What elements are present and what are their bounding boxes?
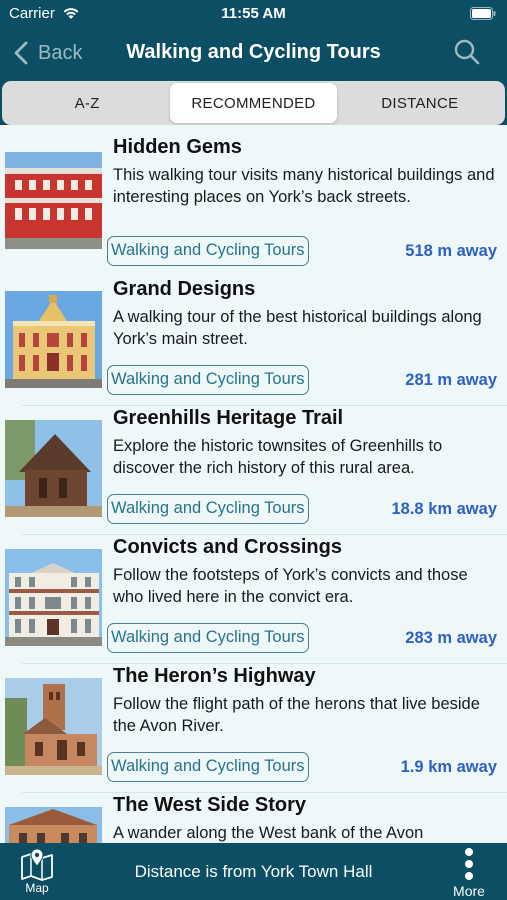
back-button[interactable]: Back <box>14 38 82 68</box>
map-icon <box>21 848 53 881</box>
tour-item-grand-designs[interactable]: Grand Designs A walking tour of the best… <box>0 267 507 396</box>
tour-category-tag[interactable]: Walking and Cycling Tours <box>107 365 309 395</box>
map-button[interactable]: Map <box>16 847 58 897</box>
tour-item-herons-highway[interactable]: The Heron’s Highway Follow the flight pa… <box>0 654 507 783</box>
nav-bar: Back Walking and Cycling Tours <box>0 30 507 76</box>
tour-thumbnail <box>5 549 102 646</box>
tour-description: Follow the footsteps of York’s convicts … <box>113 566 468 606</box>
tour-thumbnail <box>5 807 102 843</box>
tour-thumbnail <box>5 152 102 249</box>
segment-recommended[interactable]: RECOMMENDED <box>170 83 337 123</box>
tour-list[interactable]: Hidden Gems This walking tour visits man… <box>0 125 507 843</box>
tour-thumbnail <box>5 420 102 517</box>
tour-distance: 1.9 km away <box>400 758 497 776</box>
status-bar: Carrier 11:55 AM <box>0 0 507 28</box>
row-separator <box>22 792 507 793</box>
tour-description: Follow the flight path of the herons tha… <box>113 695 480 735</box>
chevron-left-icon <box>14 41 28 65</box>
more-button[interactable]: More <box>447 846 491 899</box>
clock-time: 11:55 AM <box>221 5 286 22</box>
tour-category-tag[interactable]: Walking and Cycling Tours <box>107 236 309 266</box>
tour-title: Hidden Gems <box>113 136 242 158</box>
battery-icon <box>470 7 496 20</box>
sort-segmented-control: A-Z RECOMMENDED DISTANCE <box>2 81 505 125</box>
more-label: More <box>453 883 485 899</box>
tour-description: This walking tour visits many historical… <box>113 166 495 206</box>
app-screen: Carrier 11:55 AM Back Walking and Cyclin… <box>0 0 507 900</box>
tour-item-convicts-and-crossings[interactable]: Convicts and Crossings Follow the footst… <box>0 525 507 654</box>
tour-category-tag[interactable]: Walking and Cycling Tours <box>107 752 309 782</box>
tour-title: Grand Designs <box>113 278 256 300</box>
back-label: Back <box>38 41 83 64</box>
tour-title: The West Side Story <box>113 794 307 816</box>
tour-category-tag[interactable]: Walking and Cycling Tours <box>107 623 309 653</box>
tour-distance: 518 m away <box>405 242 497 260</box>
row-separator <box>22 663 507 664</box>
tour-item-greenhills-heritage-trail[interactable]: Greenhills Heritage Trail Explore the hi… <box>0 396 507 525</box>
tour-title: The Heron’s Highway <box>113 665 316 687</box>
distance-info-text: Distance is from York Town Hall <box>134 862 373 881</box>
header: Carrier 11:55 AM Back Walking and Cyclin… <box>0 0 507 125</box>
tour-category-tag[interactable]: Walking and Cycling Tours <box>107 494 309 524</box>
row-separator <box>22 405 507 406</box>
tour-title: Greenhills Heritage Trail <box>113 407 344 429</box>
search-icon[interactable] <box>453 38 481 66</box>
tour-distance: 283 m away <box>405 629 497 647</box>
tour-description: A walking tour of the best historical bu… <box>113 308 482 348</box>
tour-distance: 18.8 km away <box>391 500 498 518</box>
tour-thumbnail <box>5 678 102 775</box>
tour-thumbnail <box>5 291 102 388</box>
tour-title: Convicts and Crossings <box>113 536 342 558</box>
segment-distance[interactable]: DISTANCE <box>337 83 503 123</box>
tour-description: A wander along the West bank of the Avon <box>113 824 424 842</box>
tour-item-hidden-gems[interactable]: Hidden Gems This walking tour visits man… <box>0 125 507 266</box>
more-dots-icon <box>447 846 491 880</box>
tour-distance: 281 m away <box>405 371 497 389</box>
bottom-toolbar: Map Distance is from York Town Hall More <box>0 843 507 900</box>
segment-a-z[interactable]: A-Z <box>4 83 170 123</box>
row-separator <box>22 534 507 535</box>
tour-description: Explore the historic townsites of Greenh… <box>113 437 443 477</box>
map-label: Map <box>25 881 49 895</box>
